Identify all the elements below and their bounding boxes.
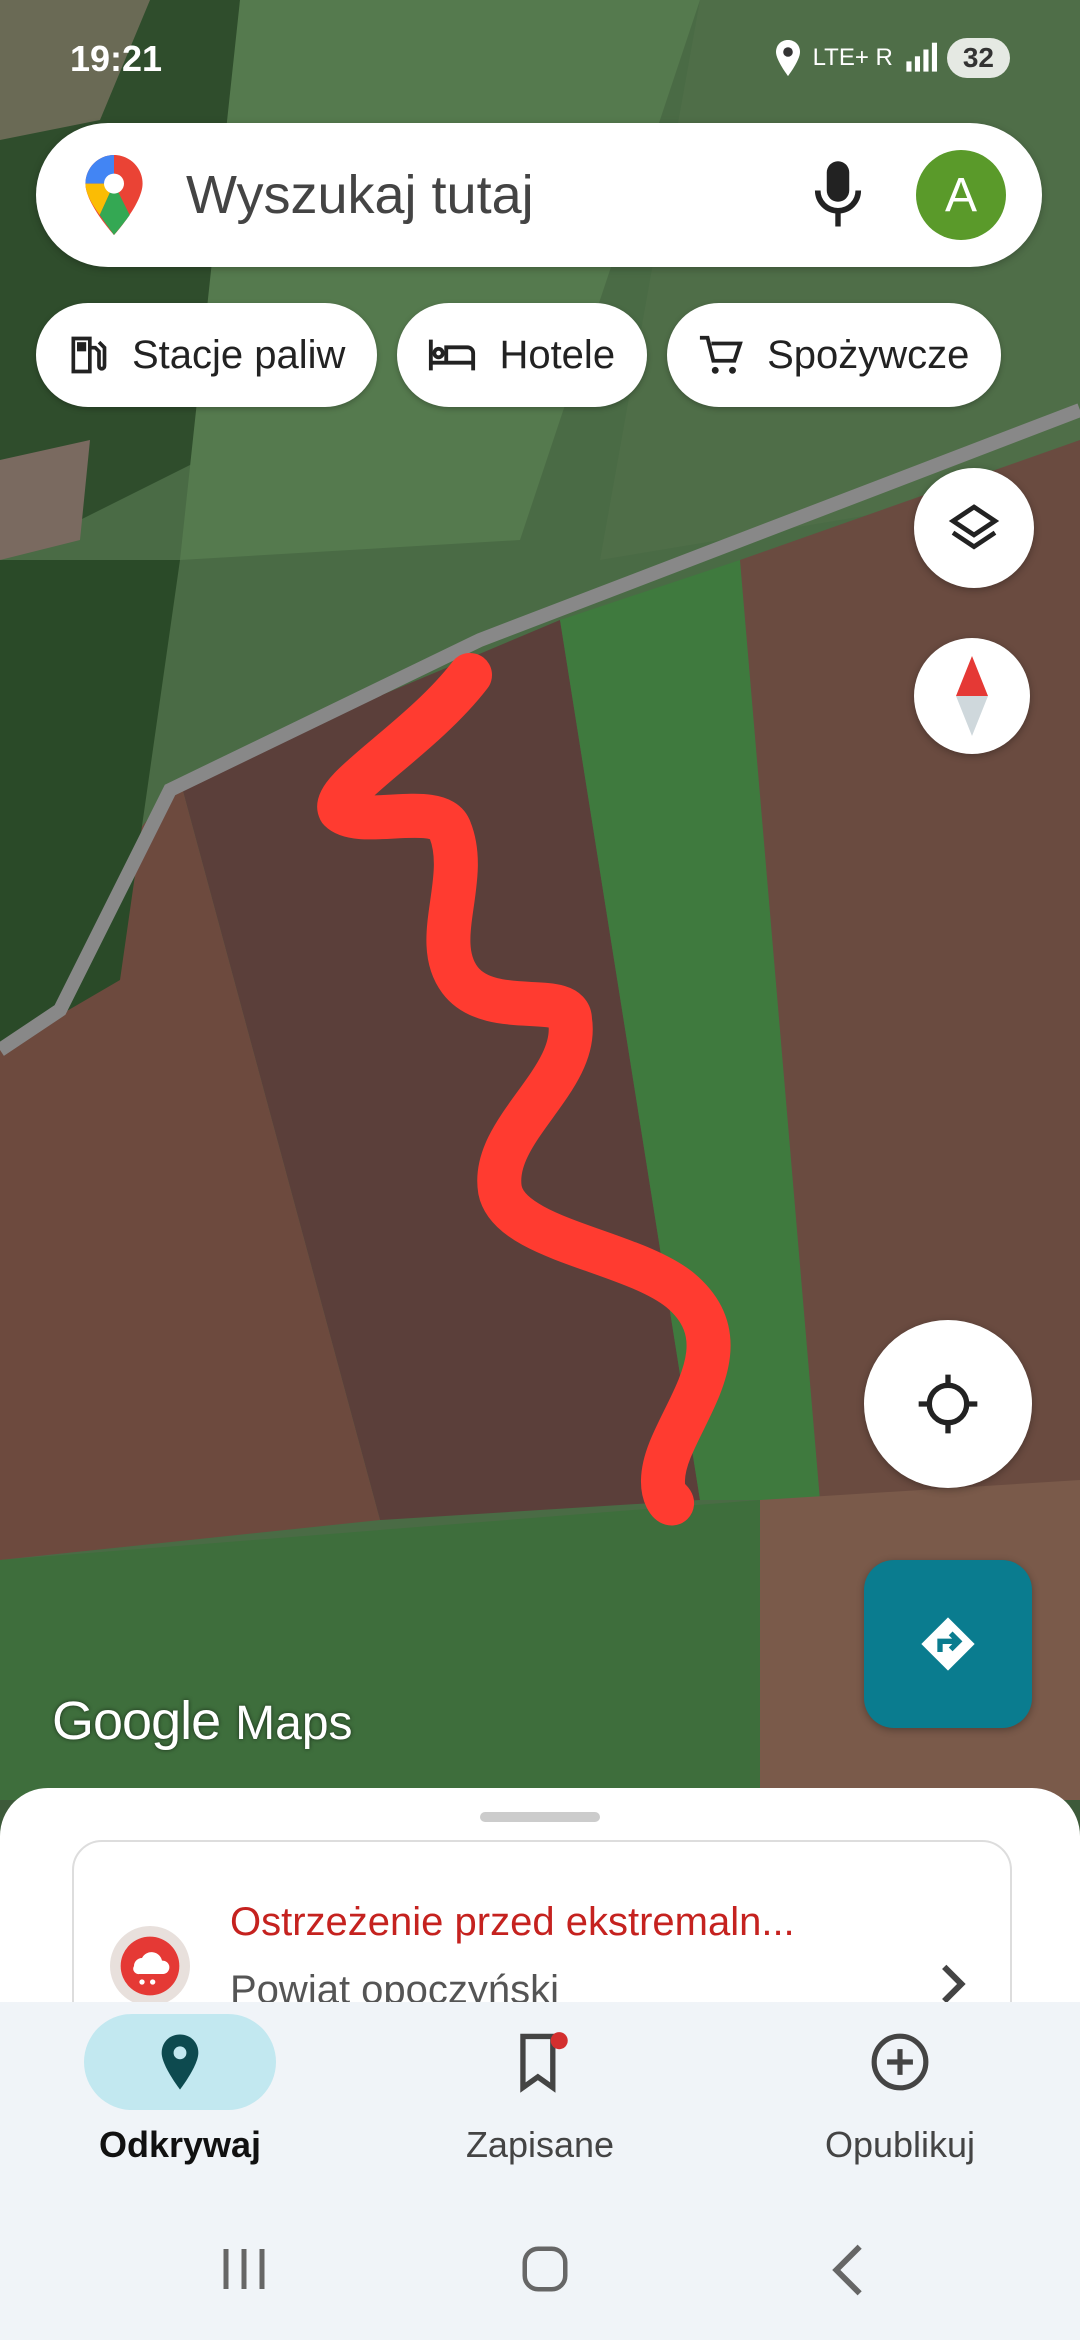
network-indicator: LTE+ R xyxy=(812,44,893,71)
google-maps-watermark: Google Maps xyxy=(52,1690,353,1752)
battery-indicator: 32 xyxy=(946,38,1010,78)
signal-icon xyxy=(906,42,937,72)
gas-station-icon xyxy=(71,336,107,374)
chip-label: Stacje paliw xyxy=(132,332,346,377)
category-chips: Stacje paliw Hotele Spożywcze xyxy=(36,303,1002,407)
chevron-right-icon[interactable] xyxy=(938,1962,970,2006)
nav-saved[interactable]: Zapisane xyxy=(390,2014,690,2166)
add-circle-icon xyxy=(871,2033,929,2091)
nav-explore-pill xyxy=(84,2014,276,2110)
explore-pin-icon xyxy=(161,2034,199,2090)
directions-button[interactable] xyxy=(864,1560,1032,1728)
my-location-button[interactable] xyxy=(864,1320,1032,1488)
compass-icon xyxy=(956,656,988,736)
search-input[interactable]: Wyszukaj tutaj xyxy=(186,164,810,226)
status-icons: LTE+ R 32 xyxy=(773,38,1010,78)
nav-explore[interactable]: Odkrywaj xyxy=(30,2014,330,2166)
directions-icon xyxy=(921,1617,975,1671)
nav-saved-pill xyxy=(444,2014,636,2110)
status-time: 19:21 xyxy=(70,38,163,79)
layers-button[interactable] xyxy=(914,468,1034,588)
location-icon xyxy=(775,40,800,76)
chip-label: Hotele xyxy=(499,332,616,377)
status-bar: 19:21 LTE+ R 32 xyxy=(0,0,1080,120)
nav-contribute-pill xyxy=(804,2014,996,2110)
layers-icon xyxy=(948,504,1000,550)
back-icon[interactable] xyxy=(828,2242,868,2298)
my-location-icon xyxy=(918,1374,978,1434)
bookmark-icon xyxy=(520,2032,568,2093)
sheet-drag-handle[interactable] xyxy=(480,1812,600,1822)
home-icon[interactable] xyxy=(518,2242,572,2296)
chip-groceries[interactable]: Spożywcze xyxy=(667,303,1002,407)
hotel-bed-icon xyxy=(429,339,476,371)
map-view[interactable] xyxy=(0,0,1080,1800)
compass-button[interactable] xyxy=(914,638,1030,754)
recent-apps-icon[interactable] xyxy=(218,2244,270,2294)
google-maps-logo-icon xyxy=(85,155,143,235)
alert-title: Ostrzeżenie przed ekstremaln... xyxy=(230,1900,795,1944)
microphone-icon[interactable] xyxy=(810,159,866,231)
logo-google: Google xyxy=(52,1691,221,1751)
nav-contribute[interactable]: Opublikuj xyxy=(750,2014,1050,2166)
account-avatar[interactable]: A xyxy=(916,150,1006,240)
weather-alert-icon xyxy=(110,1926,190,2006)
system-nav-bar xyxy=(0,2230,1080,2310)
chip-label: Spożywcze xyxy=(767,332,970,377)
avatar-letter: A xyxy=(944,168,977,222)
search-bar[interactable]: Wyszukaj tutaj A xyxy=(36,123,1042,267)
nav-saved-label: Zapisane xyxy=(465,2124,615,2165)
shopping-cart-icon xyxy=(699,335,743,374)
logo-maps: Maps xyxy=(235,1697,353,1750)
nav-contribute-label: Opublikuj xyxy=(824,2124,976,2165)
chip-gas-stations[interactable]: Stacje paliw xyxy=(36,303,378,407)
nav-explore-label: Odkrywaj xyxy=(98,2124,262,2165)
chip-hotels[interactable]: Hotele xyxy=(397,303,648,407)
